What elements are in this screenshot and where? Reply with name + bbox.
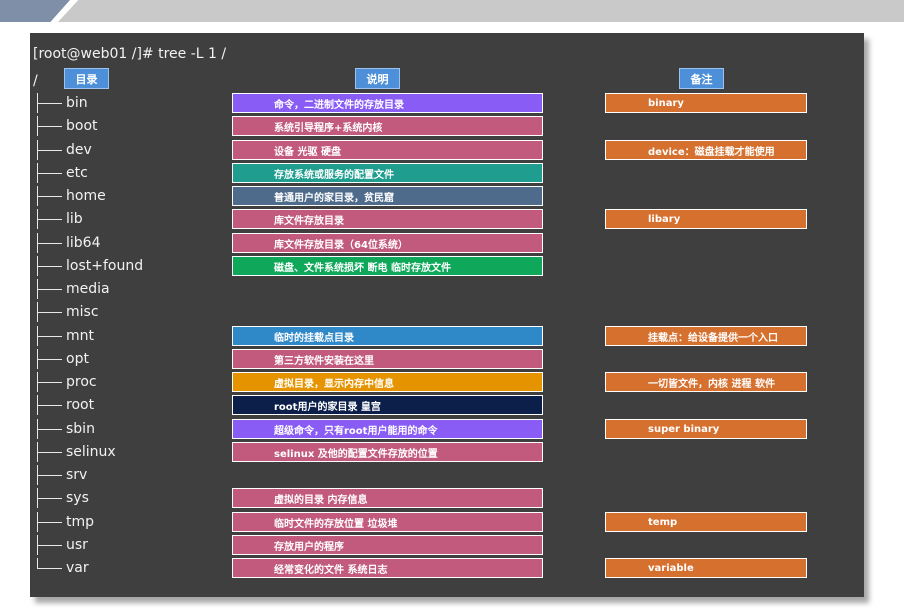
tree-item: boot (35, 116, 98, 136)
tree-branch (35, 163, 62, 183)
tree-item: media (35, 279, 110, 299)
tree-branch (35, 372, 62, 392)
note-box: temp (605, 512, 807, 532)
desc-box: root用户的家目录 皇宫 (232, 395, 543, 415)
tree-item: lost+found (35, 256, 143, 276)
dir-name: sys (66, 490, 89, 506)
tree-branch (35, 302, 62, 322)
terminal-panel: [root@web01 /]# tree -L 1 / / 目录 说明 备注 b… (30, 33, 864, 597)
dir-name: dev (66, 142, 92, 158)
tree-branch (35, 465, 62, 485)
tree-branch (35, 233, 62, 253)
dir-name: sbin (66, 421, 95, 437)
tree-branch (35, 256, 62, 276)
tree-branch (35, 442, 62, 462)
tree-branch (35, 186, 62, 206)
desc-box: 临时文件的存放位置 垃圾堆 (232, 512, 543, 532)
dir-name: var (66, 560, 89, 576)
note-box: super binary (605, 419, 807, 439)
tree-item: misc (35, 302, 99, 322)
root-dir: / (33, 73, 38, 89)
desc-box: 第三方软件安装在这里 (232, 349, 543, 369)
desc-box: selinux 及他的配置文件存放的位置 (232, 442, 543, 462)
tree-item: var (35, 558, 89, 578)
desc-box: 普通用户的家目录，贫民窟 (232, 186, 543, 206)
dir-name: home (66, 188, 106, 204)
desc-box: 虚拟的目录 内存信息 (232, 488, 543, 508)
tree-branch (35, 535, 62, 555)
dir-name: lib (66, 211, 83, 227)
note-box: device：磁盘挂载才能使用 (605, 140, 807, 160)
tree-branch (35, 419, 62, 439)
tree-branch (35, 116, 62, 136)
dir-name: srv (66, 467, 88, 483)
dir-name: selinux (66, 444, 116, 460)
tree-item: etc (35, 163, 88, 183)
desc-box: 磁盘、文件系统损坏 断电 临时存放文件 (232, 256, 543, 276)
tree-item: dev (35, 140, 92, 160)
header-desc: 说明 (355, 68, 400, 89)
tree-item: proc (35, 372, 97, 392)
tree-item: usr (35, 535, 88, 555)
dir-name: tmp (66, 514, 95, 530)
dir-name: misc (66, 304, 99, 320)
tree-item: lib (35, 209, 83, 229)
dir-name: lib64 (66, 235, 101, 251)
dir-name: root (66, 397, 95, 413)
tree-item: sys (35, 488, 89, 508)
desc-box: 库文件存放目录（64位系统） (232, 233, 543, 253)
tree-item: mnt (35, 326, 94, 346)
desc-box: 经常变化的文件 系统日志 (232, 558, 543, 578)
tree-item: home (35, 186, 106, 206)
tree-item: lib64 (35, 233, 100, 253)
command-line: [root@web01 /]# tree -L 1 / (33, 46, 227, 62)
tree-branch (35, 488, 62, 508)
tree-branch (35, 512, 62, 532)
desc-box: 超级命令，只有root用户能用的命令 (232, 419, 543, 439)
desc-box: 设备 光驱 硬盘 (232, 140, 543, 160)
tree-item: opt (35, 349, 89, 369)
tree-branch (35, 209, 62, 229)
dir-name: boot (66, 118, 98, 134)
desc-box: 库文件存放目录 (232, 209, 543, 229)
tree-branch (35, 326, 62, 346)
desc-box: 临时的挂载点目录 (232, 326, 543, 346)
banner-bar (58, 0, 904, 22)
dir-name: usr (66, 537, 88, 553)
tree-branch (35, 349, 62, 369)
header-note: 备注 (679, 68, 724, 89)
top-banner (0, 0, 904, 22)
tree-item: srv (35, 465, 87, 485)
dir-name: lost+found (66, 258, 144, 274)
desc-box: 存放系统或服务的配置文件 (232, 163, 543, 183)
note-box: 一切皆文件，内核 进程 软件 (605, 372, 807, 392)
desc-box: 命令，二进制文件的存放目录 (232, 93, 543, 113)
desc-box: 虚拟目录，显示内存中信息 (232, 372, 543, 392)
tree-item: selinux (35, 442, 116, 462)
tree-branch (35, 279, 62, 299)
desc-box: 系统引导程序+系统内核 (232, 116, 543, 136)
dir-name: mnt (66, 328, 94, 344)
note-box: libary (605, 209, 807, 229)
dir-name: proc (66, 374, 97, 390)
dir-name: etc (66, 165, 88, 181)
note-box: 挂载点：给设备提供一个入口 (605, 326, 807, 346)
dir-name: bin (66, 95, 88, 111)
banner-accent (0, 0, 70, 22)
tree-item: tmp (35, 512, 94, 532)
note-box: binary (605, 93, 807, 113)
tree-branch (35, 395, 62, 415)
tree-branch (35, 558, 62, 578)
tree-item: bin (35, 93, 88, 113)
tree-item: sbin (35, 419, 95, 439)
tree-branch (35, 140, 62, 160)
tree-branch (35, 93, 62, 113)
header-dir: 目录 (64, 68, 109, 89)
desc-box: 存放用户的程序 (232, 535, 543, 555)
tree-item: root (35, 395, 94, 415)
dir-name: media (66, 281, 110, 297)
dir-name: opt (66, 351, 89, 367)
note-box: variable (605, 558, 807, 578)
